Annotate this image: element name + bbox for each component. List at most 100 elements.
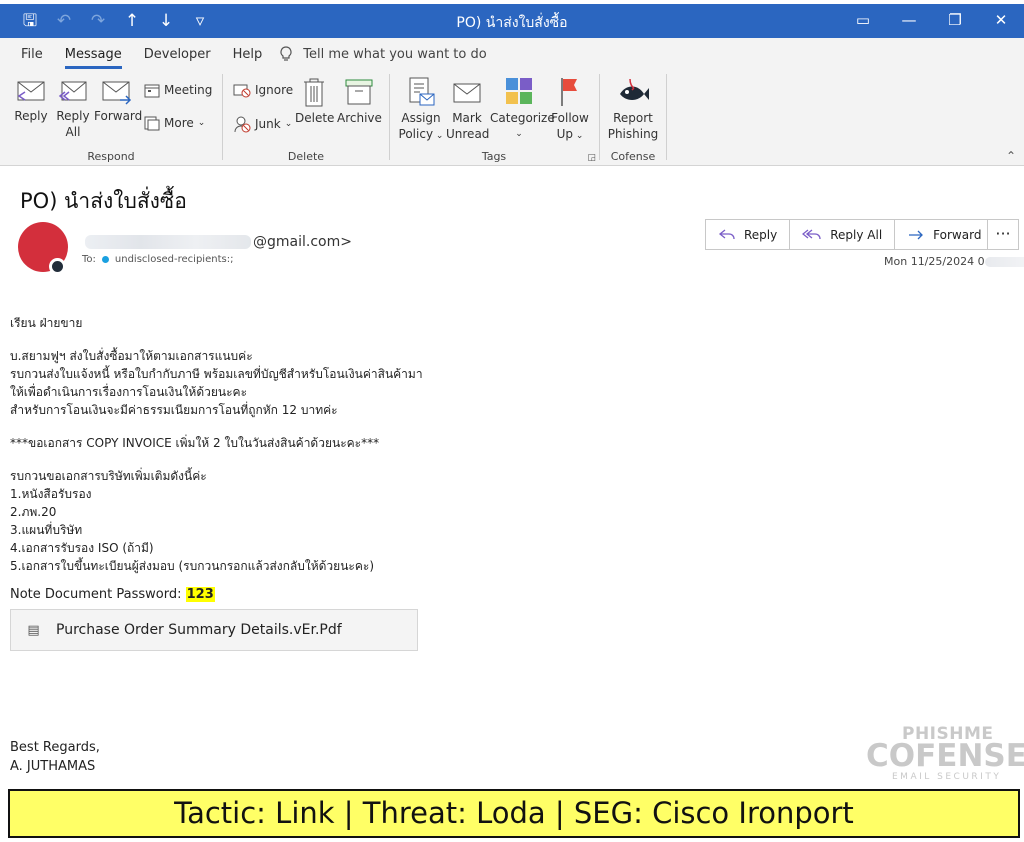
- window-controls: ▭ — ❐ ✕: [840, 4, 1024, 38]
- assign-policy-label-line2: Policy ⌄: [398, 127, 444, 141]
- reply-label: Reply: [14, 109, 48, 123]
- assign-policy-button[interactable]: Assign Policy ⌄: [398, 76, 444, 144]
- inline-forward-button[interactable]: Forward: [895, 220, 993, 249]
- message-subject: PO) นำส่งใบสั่งซื้อ: [20, 189, 187, 213]
- ribbon-display-options-button[interactable]: ▭: [840, 4, 886, 38]
- reply-all-icon: [58, 81, 87, 101]
- ignore-label: Ignore: [255, 83, 294, 97]
- categorize-label: Categorize: [490, 111, 555, 125]
- to-label: To:: [82, 254, 96, 265]
- presence-status-icon: [49, 258, 66, 275]
- delete-button[interactable]: Delete: [295, 76, 335, 126]
- forward-button[interactable]: Forward: [94, 78, 143, 124]
- more-icon: [144, 116, 160, 131]
- forward-arrow-icon: [909, 230, 924, 239]
- minimize-button[interactable]: —: [886, 4, 932, 38]
- more-respond-button[interactable]: More ⌄: [144, 115, 205, 131]
- more-actions-button[interactable]: ···: [987, 219, 1019, 250]
- message-actions: Reply Reply All Forward: [705, 219, 995, 250]
- password-value: 123: [185, 587, 215, 602]
- tab-message[interactable]: Message: [54, 46, 133, 69]
- meeting-label: Meeting: [164, 83, 213, 97]
- meeting-button[interactable]: Meeting: [144, 82, 212, 98]
- sender-address[interactable]: @gmail.com>: [85, 234, 352, 250]
- close-button[interactable]: ✕: [978, 4, 1024, 38]
- message-date: Mon 11/25/2024 0: [884, 255, 1024, 268]
- redacted-time: [984, 257, 1024, 267]
- recipients-line: To: undisclosed-recipients:;: [82, 254, 233, 265]
- more-label: More: [164, 116, 194, 130]
- reply-all-arrow-icon: [802, 228, 821, 239]
- body-line: รบกวนขอเอกสารบริษัทเพิ่มเติมดังนี้ค่ะ: [10, 469, 207, 483]
- body-line: 3.แผนที่บริษัท: [10, 523, 83, 537]
- tell-me-box[interactable]: Tell me what you want to do: [279, 46, 487, 62]
- body-line: 1.หนังสือรับรอง: [10, 487, 92, 501]
- cofense-wordmark: COFENSE: [866, 738, 1024, 774]
- body-line: เรียน ฝ่ายขาย: [10, 316, 83, 330]
- mark-unread-icon: [453, 83, 481, 103]
- respond-group: Reply Reply All Forward Meeting More ⌄ Re…: [0, 70, 222, 166]
- attachment-link[interactable]: ▤ Purchase Order Summary Details.vEr.Pdf: [10, 609, 418, 651]
- restore-button[interactable]: ❐: [932, 4, 978, 38]
- cofense-group: Report Phishing Cofense: [600, 70, 666, 166]
- presence-dot-icon: [101, 256, 109, 263]
- tab-file[interactable]: File: [10, 47, 54, 62]
- follow-up-button[interactable]: Follow Up ⌄: [550, 76, 590, 144]
- inline-reply-label: Reply: [744, 227, 778, 242]
- chevron-down-icon: ⌄: [284, 119, 293, 129]
- tab-message-label: Message: [64, 46, 122, 69]
- password-label: Note Document Password:: [10, 587, 182, 602]
- inline-reply-button[interactable]: Reply: [706, 220, 791, 249]
- reply-arrow-icon: [718, 228, 735, 239]
- categorize-icon: [506, 78, 532, 104]
- follow-up-label-line2: Up ⌄: [556, 127, 584, 141]
- tab-developer[interactable]: Developer: [133, 47, 222, 62]
- ignore-button[interactable]: Ignore: [233, 82, 293, 98]
- body-line: 5.เอกสารใบขึ้นทะเบียนผู้ส่งมอบ (รบกวนกรอ…: [10, 559, 375, 573]
- delete-group-label: Delete: [287, 150, 325, 163]
- signature-line1: Best Regards,: [10, 740, 100, 755]
- archive-label: Archive: [337, 111, 382, 125]
- junk-icon: [234, 116, 251, 133]
- report-phishing-button[interactable]: Report Phishing: [606, 76, 660, 142]
- mark-unread-button[interactable]: Mark Unread: [446, 76, 490, 142]
- delete-label: Delete: [295, 111, 335, 125]
- junk-button[interactable]: Junk ⌄: [233, 115, 292, 133]
- phishing-fish-icon: [620, 78, 649, 100]
- inline-forward-label: Forward: [933, 227, 982, 242]
- inline-reply-all-button[interactable]: Reply All: [790, 220, 896, 249]
- lightbulb-icon: [280, 46, 292, 61]
- trash-icon: [304, 78, 324, 107]
- attachment-name: Purchase Order Summary Details.vEr.Pdf: [56, 622, 342, 638]
- body-line: ให้เพื่อดำเนินการเรื่องการโอนเงินให้ด้วย…: [10, 385, 248, 399]
- reply-all-label-line1: Reply: [56, 109, 90, 123]
- chevron-down-icon: ⌄: [573, 131, 584, 141]
- password-note: Note Document Password: 123: [10, 587, 215, 602]
- forward-label: Forward: [94, 109, 143, 123]
- redacted-sender-name: [85, 235, 251, 249]
- mark-unread-label-line2: Unread: [446, 127, 490, 141]
- reply-button[interactable]: Reply: [12, 78, 50, 124]
- chevron-down-icon: ⌄: [197, 118, 206, 128]
- body-line: บ.สยามฟูฯ ส่งใบสั่งซื้อมาให้ตามเอกสารแนบ…: [10, 349, 253, 363]
- collapse-ribbon-icon[interactable]: ⌃: [1006, 149, 1016, 163]
- junk-label: Junk: [255, 117, 281, 131]
- to-value[interactable]: undisclosed-recipients:;: [115, 254, 234, 265]
- assign-policy-icon: [409, 77, 435, 106]
- report-phishing-label-line1: Report: [613, 111, 653, 125]
- body-line: สำหรับการโอนเงินจะมีค่าธรรมเนียมการโอนที…: [10, 403, 338, 417]
- body-line: ***ขอเอกสาร COPY INVOICE เพิ่มให้ 2 ใบใน…: [10, 436, 380, 450]
- cofense-logo: PHISHME COFENSE EMAIL SECURITY: [866, 724, 1024, 784]
- body-line: รบกวนส่งใบแจ้งหนี้ หรือใบกำกับภาษี พร้อม…: [10, 367, 423, 381]
- delete-group: Ignore Junk ⌄ Delete Archive Delete: [223, 70, 389, 166]
- cofense-group-label: Cofense: [610, 150, 656, 163]
- title-bar: 🖫 ↶ ↷ ↑ ↓ ▿ PO) นำส่งใบสั่งซื้อ ▭ — ❐ ✕: [0, 4, 1024, 38]
- archive-button[interactable]: Archive: [337, 76, 382, 126]
- reply-all-button[interactable]: Reply All: [54, 78, 92, 140]
- dialog-launcher-icon[interactable]: ◲: [587, 153, 596, 163]
- sender-domain: @gmail.com>: [253, 234, 352, 250]
- tab-help[interactable]: Help: [222, 47, 274, 62]
- categorize-button[interactable]: Categorize ⌄: [490, 76, 555, 142]
